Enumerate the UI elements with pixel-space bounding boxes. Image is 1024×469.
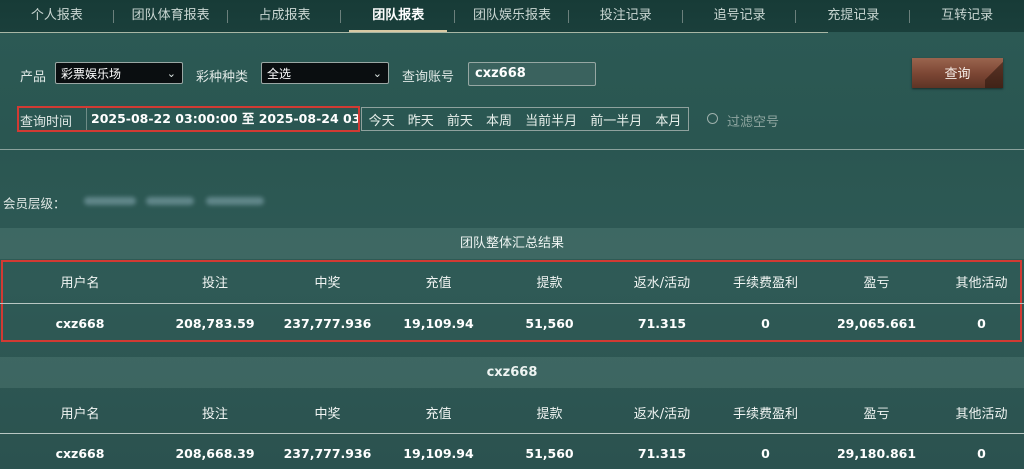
col-header: 充值: [425, 276, 452, 291]
detail-title: cxz668: [0, 357, 1024, 388]
filter-empty-radio[interactable]: [707, 113, 718, 124]
member-level-blurred: [206, 197, 264, 205]
cell-username: cxz668: [55, 316, 105, 331]
cell-deposit: 19,109.94: [403, 446, 474, 461]
lottery-type-select[interactable]: 全选 ⌄: [261, 62, 389, 84]
lottery-type-select-value: 全选: [267, 67, 292, 81]
tab-bet-records[interactable]: 投注记录: [569, 0, 683, 32]
col-header: 其他活动: [955, 276, 1008, 291]
product-select[interactable]: 彩票娱乐场 ⌄: [55, 62, 183, 84]
col-header: 提款: [536, 276, 563, 291]
quick-range-this-month[interactable]: 本月: [655, 110, 681, 129]
cell-win: 237,777.936: [283, 446, 372, 461]
cell-withdraw: 51,560: [525, 316, 574, 331]
col-header: 返水/活动: [633, 276, 691, 291]
quick-range-this-week[interactable]: 本周: [486, 110, 512, 129]
col-header: 提款: [536, 407, 563, 422]
table-row: cxz668 208,783.59 237,777.936 19,109.94 …: [0, 316, 1024, 331]
col-header: 中奖: [314, 407, 341, 422]
tab-team-entertainment-report[interactable]: 团队娱乐报表: [455, 0, 569, 32]
account-input[interactable]: cxz668: [468, 62, 596, 86]
chevron-down-icon: ⌄: [372, 67, 382, 80]
product-label: 产品: [20, 70, 47, 85]
tab-team-report[interactable]: 团队报表: [341, 0, 455, 32]
query-button[interactable]: 查询: [912, 58, 1003, 88]
lottery-type-label: 彩种种类: [196, 70, 249, 85]
tab-deposit-withdraw-records[interactable]: 充提记录: [796, 0, 911, 32]
member-level-label: 会员层级：: [3, 196, 66, 211]
col-header: 充值: [425, 407, 452, 422]
chevron-down-icon: ⌄: [166, 67, 176, 80]
cell-username: cxz668: [55, 446, 105, 461]
col-header: 其他活动: [955, 407, 1008, 422]
summary-header-divider: [0, 303, 1024, 304]
tab-personal-report[interactable]: 个人报表: [0, 0, 114, 32]
col-header: 返水/活动: [633, 407, 691, 422]
table-row: cxz668 208,668.39 237,777.936 19,109.94 …: [0, 446, 1024, 461]
cell-fee-profit: 0: [761, 446, 770, 461]
time-range-input[interactable]: 2025-08-22 03:00:00 至 2025-08-24 03:00:0…: [86, 108, 358, 130]
cell-rebate: 71.315: [637, 316, 687, 331]
quick-range-day-before[interactable]: 前天: [447, 110, 473, 129]
col-header: 手续费盈利: [732, 407, 798, 422]
col-header: 盈亏: [863, 407, 890, 422]
col-header: 手续费盈利: [732, 276, 798, 291]
tab-underline: [0, 32, 828, 33]
member-level-blurred: [146, 197, 194, 205]
col-header: 中奖: [314, 276, 341, 291]
col-header: 投注: [201, 276, 228, 291]
col-header: 盈亏: [863, 276, 890, 291]
cell-profit-loss: 29,180.861: [836, 446, 917, 461]
member-level-blurred: [84, 197, 136, 205]
col-header: 投注: [201, 407, 228, 422]
cell-rebate: 71.315: [637, 446, 687, 461]
tab-transfer-records[interactable]: 互转记录: [910, 0, 1024, 32]
filter-empty-label[interactable]: 过滤空号: [727, 111, 779, 130]
product-select-value: 彩票娱乐场: [61, 67, 122, 81]
cell-bet: 208,668.39: [175, 446, 255, 461]
account-label: 查询账号: [402, 70, 455, 85]
col-header: 用户名: [60, 276, 100, 291]
cell-fee-profit: 0: [761, 316, 770, 331]
quick-range-current-half-month[interactable]: 当前半月: [525, 110, 577, 129]
cell-withdraw: 51,560: [525, 446, 574, 461]
tab-share-report[interactable]: 占成报表: [228, 0, 342, 32]
report-tabs: 个人报表 团队体育报表 占成报表 团队报表 团队娱乐报表 投注记录 追号记录 充…: [0, 0, 1024, 32]
quick-range-group: 今天 昨天 前天 本周 当前半月 前一半月 本月: [361, 107, 689, 131]
quick-range-today[interactable]: 今天: [369, 110, 395, 129]
summary-title: 团队整体汇总结果: [0, 228, 1024, 259]
cell-bet: 208,783.59: [175, 316, 255, 331]
summary-header-row: 用户名 投注 中奖 充值 提款 返水/活动 手续费盈利 盈亏 其他活动: [0, 272, 1024, 291]
detail-header-row: 用户名 投注 中奖 充值 提款 返水/活动 手续费盈利 盈亏 其他活动: [0, 403, 1024, 422]
tab-team-sports-report[interactable]: 团队体育报表: [114, 0, 228, 32]
detail-header-divider: [0, 433, 1024, 434]
quick-range-yesterday[interactable]: 昨天: [408, 110, 434, 129]
cell-profit-loss: 29,065.661: [836, 316, 917, 331]
cell-other-activity: 0: [977, 316, 986, 331]
tab-chase-records[interactable]: 追号记录: [683, 0, 797, 32]
cell-other-activity: 0: [977, 446, 986, 461]
quick-range-previous-half-month[interactable]: 前一半月: [590, 110, 642, 129]
time-label: 查询时间: [20, 115, 73, 130]
cell-win: 237,777.936: [283, 316, 372, 331]
cell-deposit: 19,109.94: [403, 316, 474, 331]
filter-divider: [0, 149, 1024, 150]
col-header: 用户名: [60, 407, 100, 422]
